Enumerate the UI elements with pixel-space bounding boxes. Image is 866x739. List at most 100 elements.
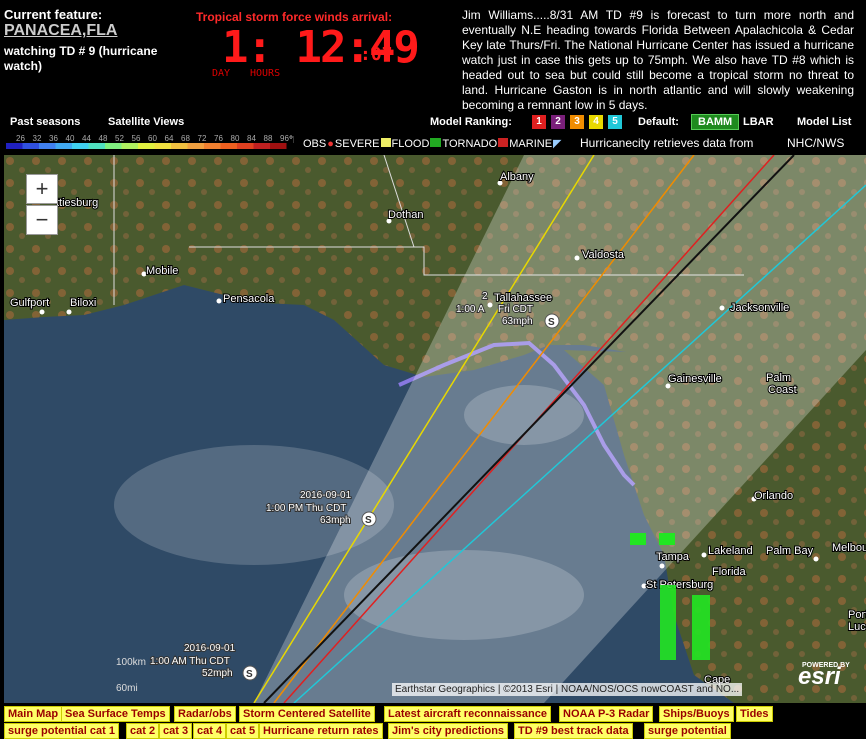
temp-color-swatch [270,143,287,149]
zoom-out-button[interactable]: − [26,205,58,235]
city-florida: Florida [712,566,747,578]
storm-point-3-day: Fri CDT [498,304,533,315]
nav-radar-obs[interactable]: Radar/obs [174,706,236,722]
city-jacksonville: Jacksonville [730,302,789,314]
model-rank-5-button[interactable]: 5 [608,115,622,129]
nav-tides[interactable]: Tides [736,706,773,722]
city-palm-coast-2: Coast [768,384,797,396]
nav-noaa-p3-radar[interactable]: NOAA P-3 Radar [559,706,654,722]
city-valdosta: Valdosta [582,249,625,261]
temp-color-swatch [138,143,155,149]
storm-point-3-date: 2 [482,291,488,302]
nav-cat4[interactable]: cat 4 [193,723,227,739]
temp-tick-label: 52 [115,134,124,143]
satellite-views-link[interactable]: Satellite Views [108,116,184,128]
nav-aircraft-recon[interactable]: Latest aircraft reconnaissance [384,706,551,722]
tornado-icon [430,138,442,147]
marine-pointer-icon: ◤ [553,138,562,150]
nav-surge-cat1[interactable]: surge potential cat 1 [4,723,119,739]
temp-tick-label: 48 [99,134,108,143]
model-rank-2-button[interactable]: 2 [551,115,565,129]
data-source-text: Hurricanecity retrieves data from [580,136,754,150]
nav-cat2[interactable]: cat 2 [126,723,160,739]
map-scale-mi: 60mi [116,683,138,694]
temp-color-swatch [121,143,138,149]
temp-color-swatch [55,143,72,149]
nav-surge-potential[interactable]: surge potential [644,723,731,739]
severe-label[interactable]: SEVERE [335,138,380,150]
temperature-legend: 2632364044485256606468727680848896°F [6,134,294,149]
current-place-link[interactable]: PANACEA,FLA [4,22,117,40]
storm-symbol-3-label: S [548,317,555,328]
temp-tick-label: 72 [198,134,207,143]
city-pensacola: Pensacola [223,293,275,305]
tornado-label[interactable]: TORNADO [442,138,497,150]
temp-color-swatch [237,143,254,149]
city-gulfport: Gulfport [10,297,49,309]
storm-point-3-wind: 63mph [502,316,533,327]
nav-cat5[interactable]: cat 5 [226,723,260,739]
city-orlando: Orlando [754,490,793,502]
nav-sea-surface-temps[interactable]: Sea Surface Temps [61,706,170,722]
city-melbourne: Melbou [832,542,866,554]
temp-tick-label: 40 [66,134,75,143]
temp-color-swatch [88,143,105,149]
countdown-hours-label: HOURS [250,68,281,79]
zoom-in-button[interactable]: + [26,174,58,204]
storm-symbol-1-label: S [246,669,253,680]
nav-cat3[interactable]: cat 3 [159,723,193,739]
lbar-button[interactable]: LBAR [743,116,774,128]
flood-icon [380,138,391,147]
temp-color-swatch [39,143,56,149]
storm-point-3-time: 1:00 A [456,304,485,315]
map-canvas[interactable]: S S S 2016-09-01 1:00 AM Thu CDT 52mph 2… [4,155,866,703]
temp-color-swatch [253,143,270,149]
temp-unit: °F [289,135,294,146]
temp-tick-label: 44 [82,134,91,143]
model-rank-1-button[interactable]: 1 [532,115,546,129]
flood-label[interactable]: FLOOD [392,138,430,150]
storm-point-1-wind: 52mph [202,668,233,679]
nav-city-predictions[interactable]: Jim's city predictions [388,723,509,739]
city-biloxi: Biloxi [70,297,96,309]
temp-color-swatch [72,143,89,149]
nav-storm-centered-satellite[interactable]: Storm Centered Satellite [239,706,375,722]
city-st-petersburg: St Petersburg [646,579,713,591]
temp-tick-label: 88 [264,134,273,143]
temp-tick-label: 64 [165,134,174,143]
temp-tick-label: 26 [16,134,25,143]
city-port-2: Luc [848,621,866,633]
model-list-link[interactable]: Model List [797,116,851,128]
nav-hurricane-return-rates[interactable]: Hurricane return rates [259,723,383,739]
bamm-button[interactable]: BAMM [691,114,740,130]
nhc-nws-link[interactable]: NHC/NWS [787,136,844,150]
city-tallahassee: Tallahassee [494,292,552,304]
city-lakeland: Lakeland [708,545,753,557]
countdown-seconds: :07 [360,44,393,65]
model-rank-3-button[interactable]: 3 [570,115,584,129]
storm-point-1-time: 1:00 AM Thu CDT [150,656,230,667]
nav-main-map[interactable]: Main Map [4,706,63,722]
esri-logo[interactable]: esri [798,663,841,691]
marine-label[interactable]: MARINE [509,138,552,150]
temp-tick-label: 76 [214,134,223,143]
observation-legend: OBS●SEVERE FLOOD TORNADO MARINE◤ [303,137,563,150]
obs-label[interactable]: OBS [303,138,326,150]
nav-ships-buoys[interactable]: Ships/Buoys [659,706,734,722]
temp-color-swatch [105,143,122,149]
temp-color-swatch [220,143,237,149]
temp-color-swatch [171,143,188,149]
map-scale-km: 100km [116,657,146,668]
model-ranking-label: Model Ranking: [430,116,512,128]
temp-tick-label: 36 [49,134,58,143]
storm-map[interactable]: S S S 2016-09-01 1:00 AM Thu CDT 52mph 2… [4,155,866,703]
storm-point-2-time: 1:00 PM Thu CDT [266,503,346,514]
temp-color-swatch [204,143,221,149]
current-feature-label: Current feature: [4,7,103,22]
temp-tick-label: 84 [247,134,256,143]
nav-td9-best-track[interactable]: TD #9 best track data [514,723,633,739]
bottom-navigation: Main Map Sea Surface Temps Radar/obs Sto… [4,704,866,739]
past-seasons-link[interactable]: Past seasons [10,116,80,128]
map-attribution: Earthstar Geographics | ©2013 Esri | NOA… [392,683,743,696]
model-rank-4-button[interactable]: 4 [589,115,603,129]
